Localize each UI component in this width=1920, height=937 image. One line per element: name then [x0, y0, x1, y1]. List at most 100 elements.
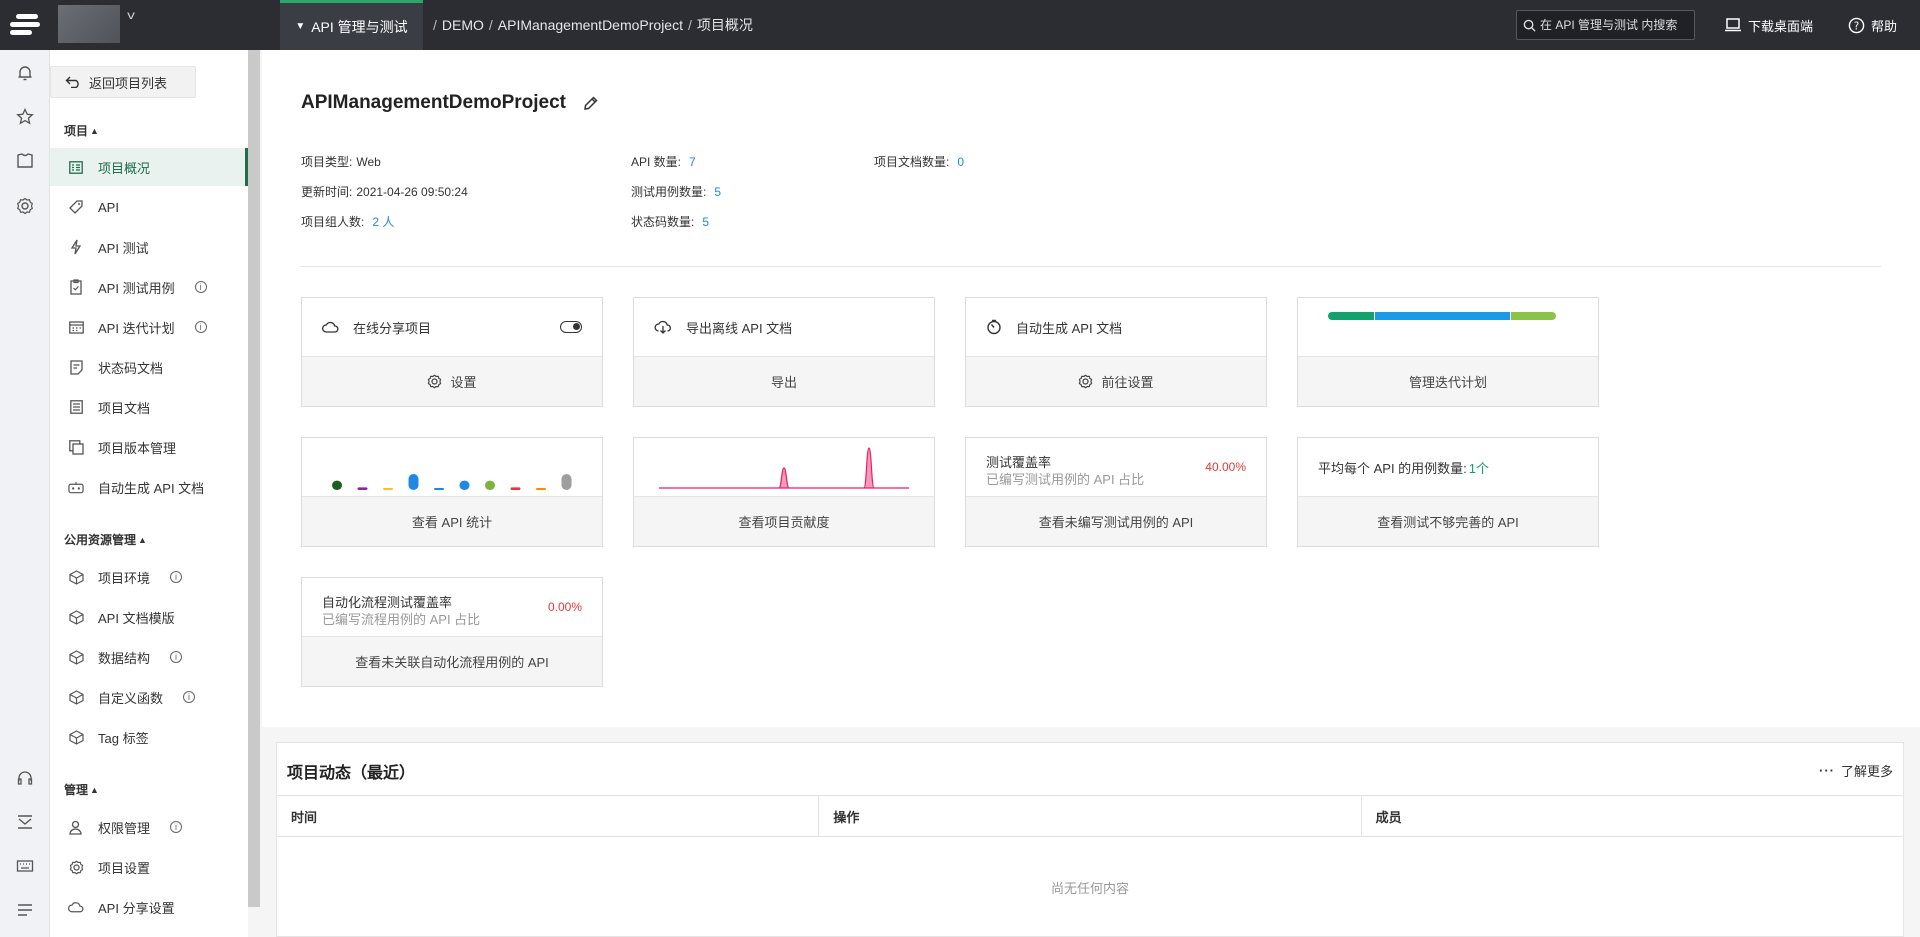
- info-icon[interactable]: i: [194, 281, 207, 293]
- keyboard-icon[interactable]: [15, 856, 35, 876]
- sidebar-item-versions[interactable]: 项目版本管理: [50, 428, 248, 466]
- card-action-label: 前往设置: [1101, 375, 1154, 390]
- card-test-coverage: 测试覆盖率 已编写测试用例的 API 占比 40.00% 查看未编写测试用例的 …: [965, 437, 1267, 547]
- shirt-icon[interactable]: [15, 151, 35, 171]
- card-action-label: 查看项目贡献度: [738, 515, 830, 530]
- timer-icon: [987, 319, 1001, 335]
- api-stats-bar: [561, 474, 572, 490]
- info-icon[interactable]: i: [170, 651, 183, 663]
- sidebar-item-api[interactable]: API: [50, 188, 248, 226]
- pencil-icon[interactable]: [582, 95, 599, 112]
- learn-more-label: 了解更多: [1840, 764, 1893, 779]
- card-title: 导出离线 API 文档: [686, 320, 793, 336]
- meta-value-link[interactable]: 0: [957, 155, 964, 169]
- sidebar-item-iteration-plan[interactable]: API 迭代计划 i: [50, 308, 248, 346]
- view-incomplete-tests-button[interactable]: 查看测试不够完善的 API: [1298, 496, 1598, 546]
- sidebar-item-overview[interactable]: 项目概况: [50, 148, 248, 186]
- breadcrumb-org[interactable]: DEMO: [442, 17, 484, 33]
- sidebar-item-label: 项目概况: [98, 160, 151, 176]
- help-link[interactable]: ? 帮助: [1848, 0, 1897, 50]
- caret-up-icon: ▲: [138, 534, 147, 545]
- meta-value-link[interactable]: 7: [689, 155, 696, 169]
- download-desktop-link[interactable]: 下载桌面端: [1724, 0, 1813, 50]
- help-icon: ?: [1848, 17, 1865, 33]
- iteration-progress-bar: [1328, 312, 1556, 320]
- info-icon[interactable]: i: [170, 571, 183, 583]
- view-unlinked-flow-api-button[interactable]: 查看未关联自动化流程用例的 API: [302, 636, 602, 686]
- sidebar-item-autogen-doc[interactable]: 自动生成 API 文档: [50, 468, 248, 506]
- org-avatar[interactable]: [58, 5, 120, 43]
- breadcrumb-project[interactable]: APIManagementDemoProject: [498, 17, 683, 33]
- info-icon[interactable]: i: [170, 821, 183, 833]
- share-toggle[interactable]: [560, 321, 582, 333]
- view-untested-api-button[interactable]: 查看未编写测试用例的 API: [966, 496, 1266, 546]
- api-count: API 数量: 7: [631, 153, 696, 170]
- robot-icon: [68, 479, 84, 495]
- sidebar-item-tags[interactable]: Tag 标签: [50, 718, 248, 756]
- project-overview: APIManagementDemoProject 项目类型: Web 更新时间: 2…: [262, 50, 1920, 727]
- nav-group-management[interactable]: 管理 ▲: [64, 781, 99, 798]
- autogen-settings-button[interactable]: 前往设置: [966, 356, 1266, 406]
- sidebar-item-test-cases[interactable]: API 测试用例 i: [50, 268, 248, 306]
- nav-group-project[interactable]: 项目 ▲: [64, 122, 99, 139]
- meta-value-link[interactable]: 2 人: [372, 215, 394, 229]
- manage-iteration-button[interactable]: 管理迭代计划: [1298, 356, 1598, 406]
- back-to-projects-button[interactable]: 返回项目列表: [50, 66, 196, 98]
- api-stats-bar: [408, 474, 419, 490]
- empty-state: 尚无任何内容: [1050, 881, 1129, 896]
- export-button[interactable]: 导出: [634, 356, 934, 406]
- api-stats-bar: [459, 480, 470, 490]
- download-app-icon[interactable]: [15, 812, 35, 832]
- cube-icon: [68, 609, 84, 625]
- meta-label: 更新时间:: [301, 185, 353, 199]
- share-settings-button[interactable]: 设置: [302, 356, 602, 406]
- meta-label: 状态码数量:: [631, 215, 695, 229]
- breadcrumb-current: 项目概况: [696, 17, 753, 33]
- more-dots-icon: ···: [1818, 763, 1835, 778]
- sidebar-item-environment[interactable]: 项目环境 i: [50, 558, 248, 596]
- sidebar-item-api-test[interactable]: API 测试: [50, 228, 248, 266]
- sidebar-scrollbar[interactable]: [248, 50, 260, 907]
- info-icon[interactable]: i: [183, 691, 196, 703]
- sidebar-item-permissions[interactable]: 权限管理 i: [50, 808, 248, 846]
- sidebar-item-data-structure[interactable]: 数据结构 i: [50, 638, 248, 676]
- meta-value: 2021-04-26 09:50:24: [356, 185, 468, 199]
- iteration-segment: [1328, 312, 1374, 320]
- star-icon[interactable]: [15, 107, 35, 127]
- bell-icon[interactable]: [15, 63, 35, 83]
- cube-icon: [68, 729, 84, 745]
- headset-icon[interactable]: [15, 768, 35, 788]
- info-icon[interactable]: i: [194, 321, 207, 333]
- meta-value-link[interactable]: 5: [702, 215, 709, 229]
- menu-icon[interactable]: [15, 900, 35, 920]
- chevron-down-icon[interactable]: v: [127, 8, 135, 22]
- sidebar-item-custom-functions[interactable]: 自定义函数 i: [50, 678, 248, 716]
- sidebar-item-status-doc[interactable]: 状态码文档: [50, 348, 248, 386]
- logo[interactable]: [6, 6, 44, 44]
- laptop-icon: [1725, 18, 1741, 32]
- sidebar-item-doc-template[interactable]: API 文档模版: [50, 598, 248, 636]
- view-contribution-button[interactable]: 查看项目贡献度: [634, 496, 934, 546]
- sidebar-item-share-settings[interactable]: API 分享设置: [50, 888, 248, 926]
- card-contribution: 查看项目贡献度: [633, 437, 935, 547]
- project-title: APIManagementDemoProject: [301, 92, 599, 114]
- meta-value-link[interactable]: 5: [714, 185, 721, 199]
- search-box[interactable]: [1516, 10, 1695, 40]
- nav-group-shared-resources[interactable]: 公用资源管理 ▲: [64, 531, 147, 548]
- iteration-segment: [1510, 312, 1556, 320]
- calendar-icon: [68, 319, 84, 335]
- service-tab[interactable]: ▼ API 管理与测试: [280, 0, 423, 50]
- api-stats-bar: [357, 487, 368, 490]
- sidebar-item-project-doc[interactable]: 项目文档: [50, 388, 248, 426]
- gear-icon[interactable]: [15, 196, 35, 216]
- view-api-stats-button[interactable]: 查看 API 统计: [302, 496, 602, 546]
- card-flow-coverage: 自动化流程测试覆盖率 已编写流程用例的 API 占比 0.00% 查看未关联自动…: [301, 577, 603, 687]
- sidebar-item-project-settings[interactable]: 项目设置: [50, 848, 248, 886]
- overview-icon: [68, 159, 84, 175]
- status-count: 状态码数量: 5: [631, 213, 709, 230]
- lightning-icon: [68, 239, 84, 255]
- sidebar-item-label: API 测试: [98, 240, 149, 256]
- search-input[interactable]: [1540, 18, 1690, 32]
- versions-icon: [68, 439, 84, 455]
- learn-more-link[interactable]: ··· 了解更多: [1819, 761, 1893, 780]
